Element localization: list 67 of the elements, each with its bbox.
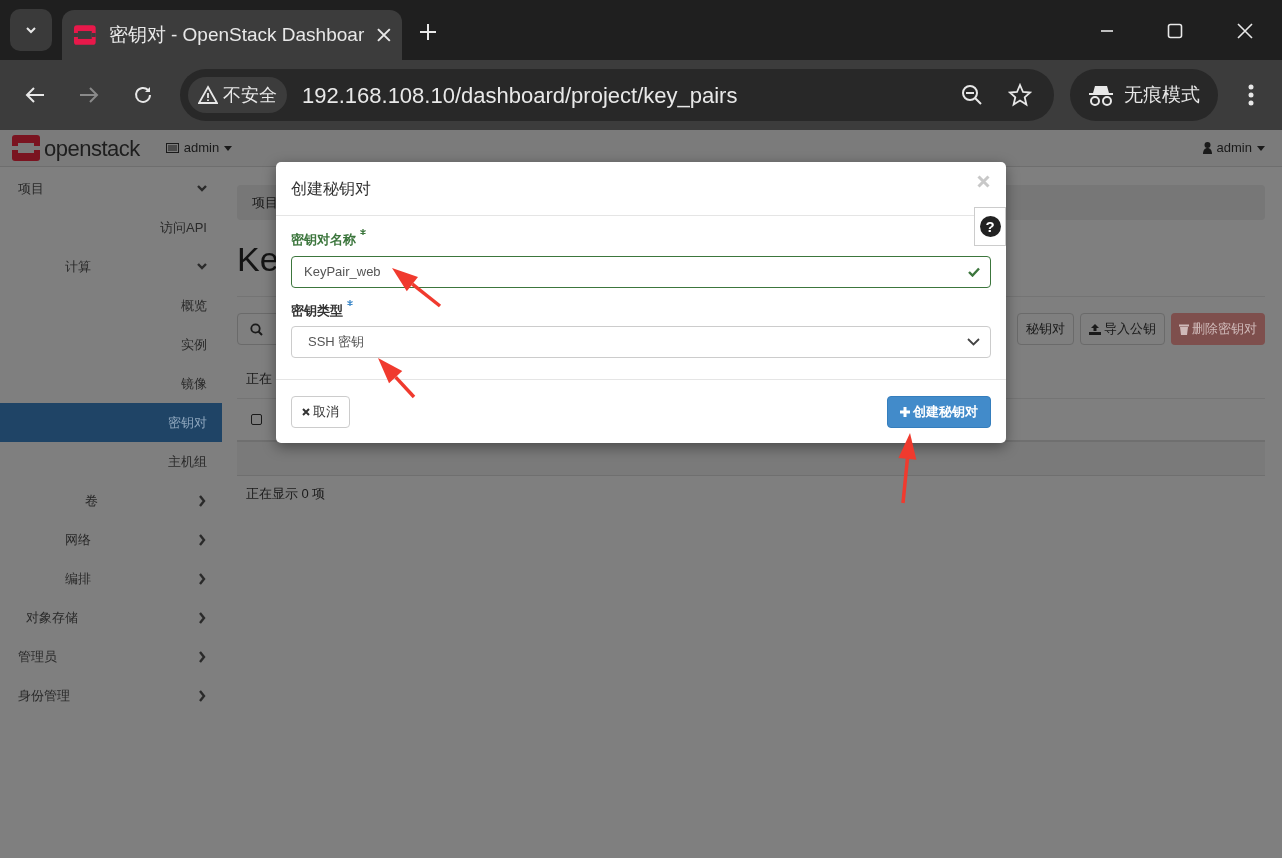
sidebar-item[interactable]: 概览 xyxy=(0,286,222,325)
field-label: 密钥类型 xyxy=(291,301,343,320)
close-icon xyxy=(302,407,310,416)
user-icon xyxy=(1202,142,1212,154)
chevron-right-icon xyxy=(197,494,207,507)
sidebar-item[interactable]: 管理员 xyxy=(0,637,222,676)
status-text: 正在 xyxy=(246,370,272,388)
chevron-down-icon xyxy=(967,338,980,346)
upload-icon xyxy=(1089,323,1101,335)
star-icon[interactable] xyxy=(1008,83,1032,107)
chevron-right-icon xyxy=(197,689,207,702)
page-title: Ke xyxy=(237,239,279,279)
project-menu[interactable]: admin xyxy=(165,138,233,158)
help-button[interactable]: ? xyxy=(974,207,1006,246)
close-icon[interactable] xyxy=(376,27,392,43)
sidebar-item[interactable]: 计算 xyxy=(0,247,222,286)
sidebar-item[interactable]: 身份管理 xyxy=(0,676,222,715)
sidebar-item[interactable]: 实例 xyxy=(0,325,222,364)
input-field[interactable]: KeyPair_web xyxy=(291,255,991,288)
incognito-icon xyxy=(1088,83,1114,107)
chevron-right-icon xyxy=(197,572,207,585)
address-bar[interactable]: 不安全 192.168.108.10/dashboard/project/key_pairs xyxy=(180,69,1054,121)
search-icon xyxy=(250,322,263,336)
chevron-right-icon xyxy=(197,533,207,546)
caret-icon xyxy=(1257,145,1265,151)
sidebar-item[interactable]: 访问API xyxy=(0,208,222,247)
reload-icon[interactable] xyxy=(132,84,154,106)
checkbox[interactable] xyxy=(251,413,262,425)
browser-tab[interactable]: 密钥对 - OpenStack Dashboar xyxy=(62,10,402,60)
sidebar-item[interactable]: 编排 xyxy=(0,559,222,598)
warning-icon xyxy=(198,85,218,105)
action-button[interactable]: 导入公钥 xyxy=(1080,313,1165,345)
url-text: 192.168.108.10/dashboard/project/key_pairs xyxy=(302,81,739,110)
sidebar-item[interactable]: 密钥对 xyxy=(0,403,222,442)
maximize-icon[interactable] xyxy=(1166,22,1184,40)
sidebar-item[interactable]: 对象存储 xyxy=(0,598,222,637)
close-icon[interactable] xyxy=(1236,22,1254,40)
sidebar-item[interactable]: 项目 xyxy=(0,169,222,208)
submit-button[interactable]: 创建秘钥对 xyxy=(887,395,991,428)
cancel-button[interactable]: 取消 xyxy=(291,395,350,428)
sidebar-item[interactable]: 主机组 xyxy=(0,442,222,481)
chevron-right-icon xyxy=(197,611,207,624)
plus-icon xyxy=(419,23,437,41)
sidebar-item[interactable]: 镜像 xyxy=(0,364,222,403)
list-icon xyxy=(165,143,179,153)
select-field[interactable]: SSH 密钥 xyxy=(291,326,991,358)
tab-title: 密钥对 - OpenStack Dashboar xyxy=(108,22,365,47)
logo-text: openstack xyxy=(44,134,140,163)
field-label: 密钥对名称 xyxy=(291,231,356,249)
modal-title: 创建秘钥对 xyxy=(291,178,371,199)
security-chip[interactable]: 不安全 xyxy=(188,77,287,113)
check-icon xyxy=(968,266,980,277)
sidebar-item[interactable]: 卷 xyxy=(0,481,222,520)
logo-icon xyxy=(12,135,40,161)
breadcrumb-item[interactable]: 项目 xyxy=(252,192,278,213)
incognito-chip[interactable]: 无痕模式 xyxy=(1070,69,1218,121)
favicon-icon xyxy=(73,23,97,47)
trash-icon xyxy=(1179,323,1189,335)
action-button[interactable]: 秘钥对 xyxy=(1017,313,1074,345)
caret-icon xyxy=(224,145,233,151)
zoom-out-icon[interactable] xyxy=(960,83,984,107)
more-icon[interactable] xyxy=(1248,84,1254,106)
chevron-right-icon xyxy=(197,650,207,663)
sidebar-item[interactable]: 网络 xyxy=(0,520,222,559)
user-menu[interactable]: admin xyxy=(1202,138,1265,158)
plus-icon xyxy=(900,406,910,417)
status-text: 正在显示 0 项 xyxy=(246,484,326,503)
